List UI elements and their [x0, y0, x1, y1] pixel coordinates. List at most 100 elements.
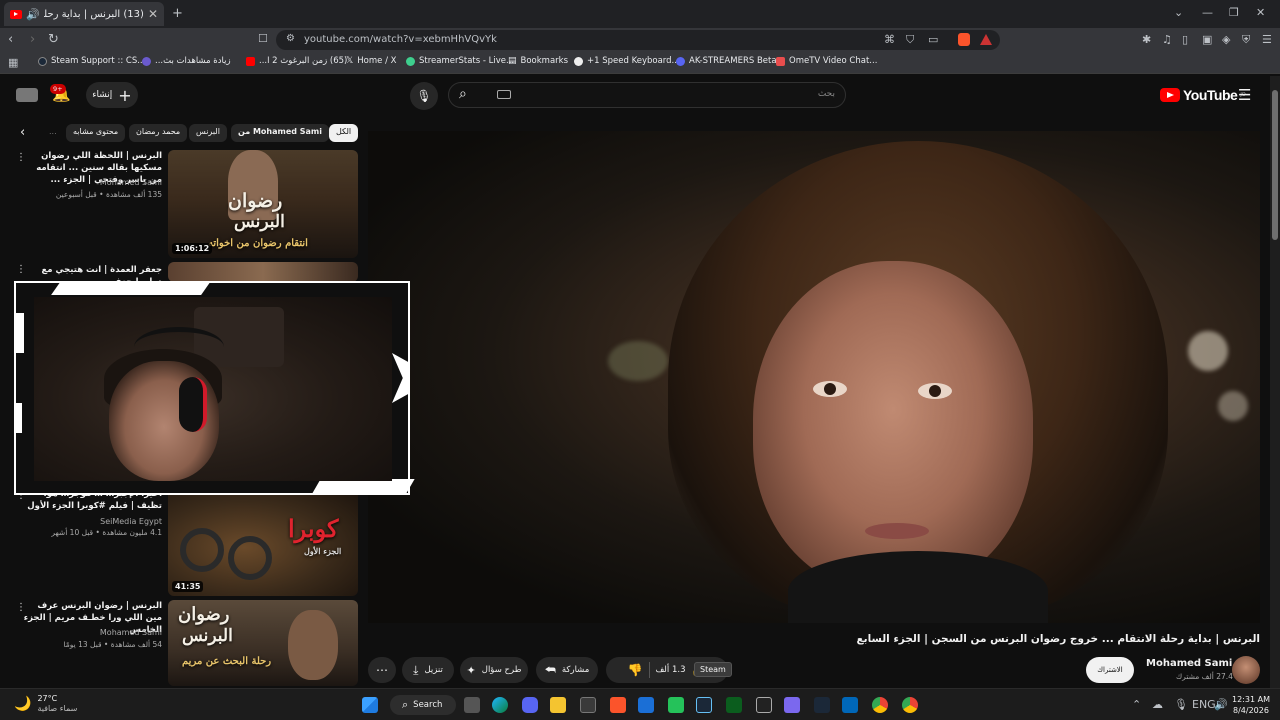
related-video-item[interactable]: ⋮ البرنس | رضوان البرنس عرف مين اللي ورا…	[16, 600, 358, 688]
bookmark-item[interactable]: (65) زمن البرغوث 2 ا...	[246, 56, 347, 66]
search-icon[interactable]: ⌕	[459, 86, 467, 102]
overlay-frame-stripe	[14, 313, 24, 353]
bookmark-item[interactable]: ▤ Bookmarks	[508, 56, 568, 66]
forward-arrow-icon[interactable]: ›	[30, 32, 35, 47]
channel-name[interactable]: Mohamed Sami	[1146, 658, 1232, 669]
sidebar-toggle-icon[interactable]: ▯	[1182, 33, 1188, 46]
weather-widget[interactable]: 🌙 27°C سماء صافية	[14, 694, 77, 714]
search-input[interactable]: ⌕ بحث	[448, 82, 846, 108]
microphone-icon[interactable]: 🎙	[1174, 698, 1188, 711]
dislike-icon[interactable]: 👎	[628, 663, 643, 677]
like-count[interactable]: 1.3 ألف	[656, 665, 686, 675]
related-video-thumbnail[interactable]: رضوان البرنس رحلة البحث عن مريم	[168, 600, 358, 686]
clock[interactable]: 12:31 AM 8/4/2026	[1232, 694, 1270, 716]
apps-grid-icon[interactable]: ▦	[8, 56, 18, 69]
new-tab-button[interactable]: +	[172, 6, 183, 21]
brave-icon[interactable]	[610, 697, 626, 713]
chip-similar[interactable]: محتوى مشابه	[66, 124, 126, 142]
taskbar-search[interactable]: ⌕ Search	[390, 695, 456, 715]
discord-icon[interactable]	[522, 697, 538, 713]
steam-icon[interactable]	[696, 697, 712, 713]
chip-more[interactable]: ...	[42, 124, 64, 142]
chrome-icon[interactable]	[872, 697, 888, 713]
browser-tab[interactable]: 🔊 (13) البرنس | بداية رحلة الانتقا... ✕	[4, 2, 164, 26]
wallet-icon[interactable]: ▣	[1202, 33, 1212, 46]
bookmark-item[interactable]: StreamerStats - Live...	[406, 56, 514, 66]
voice-search-mic-icon[interactable]: 🎙	[410, 82, 438, 110]
epic-games-icon[interactable]	[756, 697, 772, 713]
cast-device-icon[interactable]	[16, 88, 38, 102]
ask-button[interactable]: ✦ طرح سؤال	[460, 657, 528, 683]
related-video-thumbnail[interactable]	[168, 262, 358, 282]
related-video-channel[interactable]: Mohamed Sami	[100, 628, 162, 637]
menu-icon[interactable]: ☰	[1262, 33, 1272, 46]
maximize-button[interactable]: ❐	[1229, 6, 1239, 19]
subscribe-button[interactable]: الاشتراك	[1086, 657, 1134, 683]
bookmark-icon[interactable]: ☐	[258, 32, 268, 45]
brave-shield-icon[interactable]	[958, 33, 970, 46]
volume-icon[interactable]: 🔊	[1214, 698, 1228, 711]
chip-from-channel[interactable]: من Mohamed Sami	[231, 124, 330, 142]
cast-icon[interactable]: ▭	[928, 33, 938, 46]
teams-icon[interactable]	[784, 697, 800, 713]
tray-overflow-icon[interactable]: ⌃	[1132, 698, 1141, 711]
download-button[interactable]: ⤓ تنزيل	[402, 657, 454, 683]
task-view-icon[interactable]	[464, 697, 480, 713]
create-button[interactable]: إنشاء +	[86, 82, 138, 108]
extensions-icon[interactable]: ✱	[1142, 33, 1151, 46]
tab-search-icon[interactable]: ⌄	[1174, 6, 1183, 19]
related-video-channel[interactable]: SeiMedia Egypt	[100, 517, 162, 526]
close-window-button[interactable]: ✕	[1256, 6, 1265, 19]
chrome-icon[interactable]	[902, 697, 918, 713]
file-explorer-icon[interactable]	[550, 697, 566, 713]
bookmark-item[interactable]: زيادة مشاهدات بث...	[142, 56, 231, 66]
hamburger-menu-icon[interactable]: ☰	[1238, 86, 1251, 104]
shield-icon[interactable]: ⛉	[906, 33, 914, 47]
app-icon[interactable]	[842, 697, 858, 713]
youtube-logo[interactable]: YouTube JO	[1160, 87, 1246, 103]
translate-icon[interactable]: ⌘	[884, 33, 895, 46]
bookmark-item[interactable]: 𝕏 Home / X	[346, 56, 396, 66]
scrollbar-thumb[interactable]	[1272, 90, 1278, 240]
channel-avatar[interactable]	[1232, 656, 1260, 684]
url-field[interactable]: ⚙ youtube.com/watch?v=xebmHhVQvYk ⌘ ⛉ ▭	[276, 30, 1000, 50]
media-icon[interactable]: ♫	[1162, 33, 1172, 46]
chip-mohamed-ramadan[interactable]: محمد رمضان	[129, 124, 188, 142]
vpn-icon[interactable]: ◈	[1222, 33, 1230, 46]
tab-close-icon[interactable]: ✕	[148, 7, 158, 21]
language-indicator[interactable]: ENG	[1192, 698, 1216, 711]
bookmark-item[interactable]: Steam Support :: CS...	[38, 56, 145, 66]
share-button[interactable]: ⮪ مشاركة	[536, 657, 598, 683]
bookmark-item[interactable]: OmeTV Video Chat...	[776, 56, 877, 66]
chat-app-icon[interactable]	[668, 697, 684, 713]
video-player[interactable]	[368, 131, 1260, 623]
outlook-icon[interactable]	[638, 697, 654, 713]
start-windows-icon[interactable]	[362, 697, 378, 713]
keyboard-icon[interactable]	[497, 90, 511, 99]
divider	[648, 662, 650, 678]
related-video-item[interactable]: ⋮ البرنس | اللحظة اللي رضوان مسكيها بقال…	[16, 150, 358, 260]
tray-app-icon[interactable]: ☁	[1152, 698, 1163, 711]
reload-icon[interactable]: ↻	[48, 32, 59, 47]
related-video-item[interactable]: ⋮ أخيرا الإجبر… … موجز… هوا تظيف | فيلم …	[16, 488, 358, 598]
related-video-channel[interactable]: Mohamed Sami	[100, 178, 162, 187]
minimize-button[interactable]: —	[1202, 6, 1213, 19]
app-icon[interactable]	[726, 697, 742, 713]
page-scrollbar[interactable]	[1270, 76, 1280, 688]
edge-icon[interactable]	[492, 697, 508, 713]
site-info-icon[interactable]: ⚙	[286, 33, 295, 44]
chip-prince[interactable]: البرنس	[189, 124, 227, 142]
back-arrow-icon[interactable]: ‹	[8, 32, 13, 47]
audio-playing-icon[interactable]: 🔊	[26, 8, 40, 21]
bookmark-item[interactable]: AK-STREAMERS Beta	[676, 56, 777, 66]
chip-all[interactable]: الكل	[329, 124, 359, 142]
store-icon[interactable]	[580, 697, 596, 713]
more-actions-button[interactable]: ⋯	[368, 657, 396, 683]
related-video-thumbnail[interactable]: رضوان البرنس انتقام رضوان من اخواته 1:06…	[168, 150, 358, 258]
bookmark-item[interactable]: +1 Speed Keyboard...	[574, 56, 680, 66]
steam-icon[interactable]	[814, 697, 830, 713]
rewards-icon[interactable]	[980, 34, 992, 45]
related-video-thumbnail[interactable]: كوبرا الجزء الأول 41:35	[168, 488, 358, 596]
shield-check-icon[interactable]: ⛨	[1242, 33, 1250, 47]
chips-scroll-left-icon[interactable]: ‹	[20, 125, 25, 140]
